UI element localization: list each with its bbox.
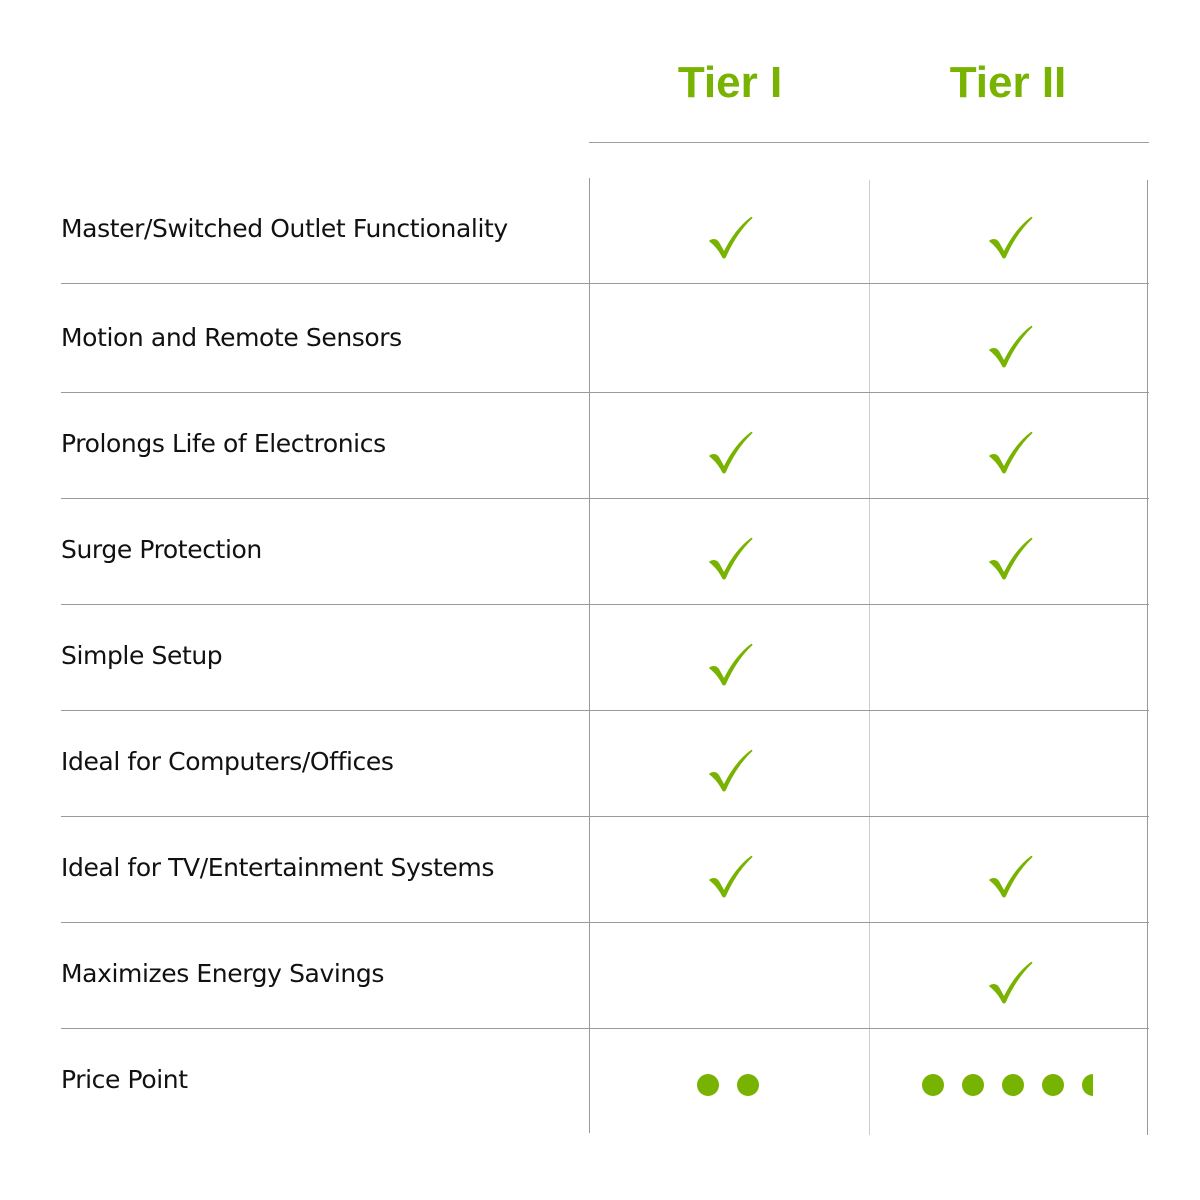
dot-icon [922,1074,944,1096]
tier1-cell [589,605,867,711]
table-row: Ideal for Computers/Offices [61,711,1149,817]
tier2-cell [869,393,1147,499]
table-row-price: Price Point [61,1029,1149,1135]
checkmark-icon [704,213,754,261]
feature-label: Master/Switched Outlet Functionality [61,214,508,243]
table-row: Maximizes Energy Savings [61,923,1149,1029]
tier1-cell [589,287,867,393]
feature-label: Simple Setup [61,641,223,670]
price-rating-tier2 [869,1029,1147,1135]
table-row: Motion and Remote Sensors [61,287,1149,393]
checkmark-icon [984,534,1034,582]
tier1-cell [589,817,867,923]
table-row: Prolongs Life of Electronics [61,393,1149,499]
dot-icon [962,1074,984,1096]
feature-label: Ideal for TV/Entertainment Systems [61,853,494,882]
tier1-cell [589,499,867,605]
tier1-cell [589,178,867,284]
tier2-cell [869,923,1147,1029]
row-divider [61,283,1149,284]
column-header-tier-2: Tier II [949,58,1067,107]
dot-icon [737,1074,759,1096]
checkmark-icon [704,746,754,794]
table-row: Ideal for TV/Entertainment Systems [61,817,1149,923]
tier1-cell [589,711,867,817]
checkmark-icon [984,852,1034,900]
tier2-cell [869,287,1147,393]
feature-label: Motion and Remote Sensors [61,323,402,352]
half-dot-icon [1082,1074,1093,1096]
tier2-cell [869,178,1147,284]
header-divider [589,142,1149,143]
table-row: Surge Protection [61,499,1149,605]
dot-icon [697,1074,719,1096]
tier2-cell [869,817,1147,923]
checkmark-icon [984,958,1034,1006]
checkmark-icon [704,428,754,476]
tier1-cell [589,923,867,1029]
tier2-cell [869,499,1147,605]
tier2-cell [869,605,1147,711]
feature-label: Prolongs Life of Electronics [61,429,386,458]
checkmark-icon [984,213,1034,261]
checkmark-icon [704,534,754,582]
checkmark-icon [704,852,754,900]
tier2-cell [869,711,1147,817]
table-row: Simple Setup [61,605,1149,711]
checkmark-icon [984,322,1034,370]
checkmark-icon [704,640,754,688]
price-rating-tier1 [589,1029,867,1135]
table-row: Master/Switched Outlet Functionality [61,178,1149,284]
feature-label: Ideal for Computers/Offices [61,747,394,776]
checkmark-icon [984,428,1034,476]
dot-icon [1002,1074,1024,1096]
tier1-cell [589,393,867,499]
column-header-tier-1: Tier I [677,58,783,107]
dot-icon [1042,1074,1064,1096]
feature-label: Maximizes Energy Savings [61,959,384,988]
feature-label: Surge Protection [61,535,262,564]
feature-label: Price Point [61,1065,188,1094]
